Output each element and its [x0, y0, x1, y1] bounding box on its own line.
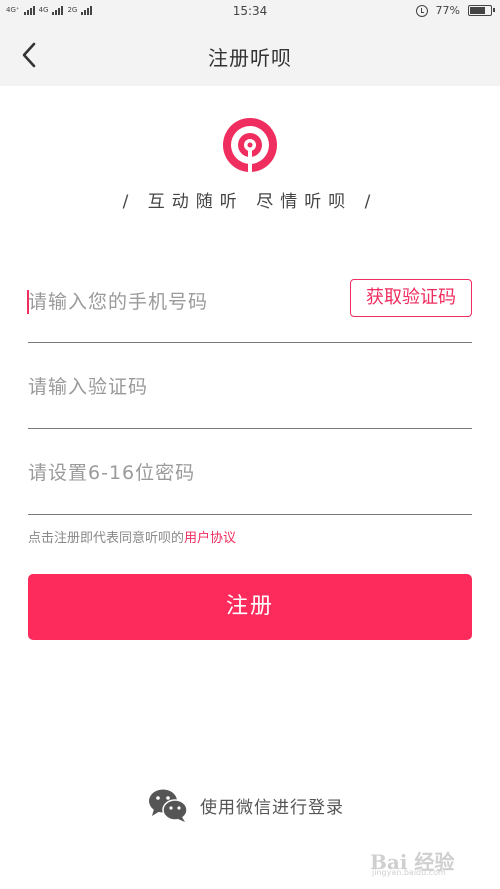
phone-field[interactable]: 请输入您的手机号码 获取验证码	[27, 262, 472, 343]
phone-placeholder: 请输入您的手机号码	[28, 291, 209, 313]
app-slogan: / 互动随听 尽情听呗 /	[122, 192, 378, 212]
baidu-jingyan-watermark: Bai 经验 jingyan.baidu.com	[370, 840, 490, 880]
user-agreement-link[interactable]: 用户协议	[184, 531, 236, 546]
register-button[interactable]: 注册	[28, 574, 472, 640]
wechat-login-label: 使用微信进行登录	[200, 797, 344, 818]
battery-icon	[468, 5, 495, 16]
password-field[interactable]: 请设置6-16位密码	[28, 428, 472, 515]
battery-percent: 77%	[435, 4, 460, 17]
password-placeholder: 请设置6-16位密码	[28, 462, 196, 484]
code-placeholder: 请输入验证码	[28, 376, 149, 398]
status-bar: 4G⁺ 4G 2G 15:34 77%	[0, 0, 500, 24]
page-title: 注册听呗	[208, 46, 292, 70]
watermark-url: jingyan.baidu.com	[372, 868, 446, 877]
agreement-text: 点击注册即代表同意听呗的	[28, 531, 185, 546]
verification-code-field[interactable]: 请输入验证码	[28, 342, 472, 429]
wechat-icon	[149, 789, 188, 822]
header-bar: 注册听呗	[0, 24, 500, 86]
get-verification-code-button[interactable]: 获取验证码	[350, 279, 472, 317]
alarm-icon	[415, 4, 428, 17]
tingbei-logo-icon	[223, 118, 277, 173]
status-right: 77%	[415, 4, 495, 17]
app-logo	[220, 115, 280, 175]
wechat-login-button[interactable]: 使用微信进行登录	[148, 786, 344, 824]
agreement-note: 点击注册即代表同意听呗的用户协议	[28, 527, 236, 546]
